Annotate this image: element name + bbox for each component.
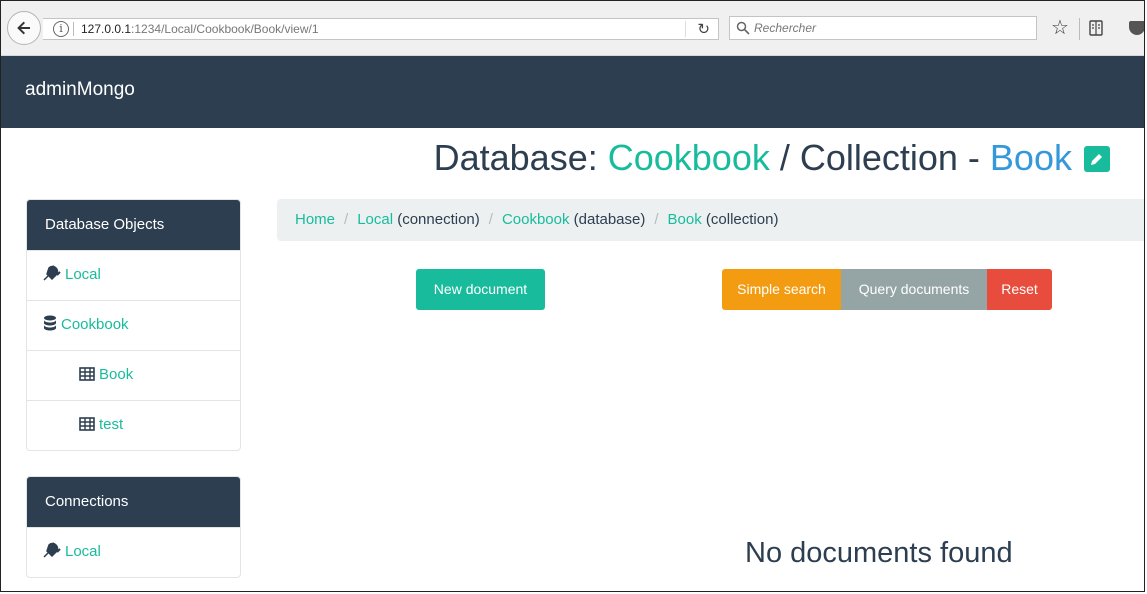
url-path: :1234/Local/Cookbook/Book/view/1 xyxy=(131,22,319,36)
search-icon xyxy=(736,21,750,35)
url-host: 127.0.0.1 xyxy=(81,22,132,36)
breadcrumb-separator: / xyxy=(654,211,659,228)
title-db-prefix: Database: xyxy=(433,137,608,178)
database-icon xyxy=(44,315,56,331)
query-documents-button[interactable]: Query documents xyxy=(841,269,987,310)
breadcrumb-local-suffix: (connection) xyxy=(393,211,480,228)
app-frame: i 127.0.0.1:1234/Local/Cookbook/Book/vie… xyxy=(0,0,1145,592)
reload-separator xyxy=(685,21,686,37)
connections-panel: Connections Local xyxy=(26,476,241,578)
page-title: Database: Cookbook / Collection - Book xyxy=(434,137,1110,179)
breadcrumb-local[interactable]: Local xyxy=(357,211,393,228)
pocket-icon[interactable] xyxy=(1129,21,1144,35)
plug-icon xyxy=(43,265,61,281)
edit-icon[interactable] xyxy=(1084,146,1110,172)
breadcrumb-home[interactable]: Home xyxy=(295,211,335,228)
plug-icon xyxy=(43,542,61,558)
sidebar-item-local[interactable]: Local xyxy=(27,250,240,300)
sidebar-item-label: test xyxy=(99,416,124,433)
sidebar-item-label: Cookbook xyxy=(61,316,129,333)
url-text: 127.0.0.1:1234/Local/Cookbook/Book/view/… xyxy=(81,22,319,36)
reload-icon[interactable]: ↻ xyxy=(697,20,710,38)
star-icon[interactable]: ☆ xyxy=(1051,15,1069,40)
table-icon xyxy=(79,367,95,381)
title-db-name: Cookbook xyxy=(607,137,770,178)
reader-icon[interactable] xyxy=(1089,20,1103,36)
sidebar-item-label: Book xyxy=(99,366,134,383)
back-button[interactable] xyxy=(7,11,41,45)
connection-item-label: Local xyxy=(65,543,101,560)
title-coll-name: Book xyxy=(989,137,1072,178)
browser-toolbar: i 127.0.0.1:1234/Local/Cookbook/Book/vie… xyxy=(1,1,1144,56)
top-navbar: adminMongo xyxy=(1,56,1144,128)
simple-search-button[interactable]: Simple search xyxy=(722,269,841,310)
search-placeholder: Rechercher xyxy=(754,21,817,35)
database-objects-heading: Database Objects xyxy=(27,200,240,250)
address-bar[interactable]: i 127.0.0.1:1234/Local/Cookbook/Book/vie… xyxy=(43,18,719,40)
sidebar-item-book[interactable]: Book xyxy=(27,350,240,400)
breadcrumb: Home / Local (connection) / Cookbook (databa… xyxy=(277,199,1144,241)
sidebar-item-label: Local xyxy=(65,266,101,283)
toolbar-separator xyxy=(1079,18,1080,40)
breadcrumb-book[interactable]: Book xyxy=(668,211,702,228)
sidebar-item-test[interactable]: test xyxy=(27,400,240,450)
breadcrumb-cookbook-suffix: (database) xyxy=(569,211,646,228)
brand-logo[interactable]: adminMongo xyxy=(25,79,135,101)
url-separator xyxy=(73,22,74,36)
browser-search-input[interactable]: Rechercher xyxy=(729,16,1037,40)
back-arrow-icon xyxy=(17,21,30,35)
info-icon[interactable]: i xyxy=(53,21,69,37)
breadcrumb-separator: / xyxy=(488,211,493,228)
database-objects-panel: Database Objects Local Cookbook Book tes… xyxy=(26,199,241,451)
breadcrumb-separator: / xyxy=(344,211,349,228)
breadcrumb-book-suffix: (collection) xyxy=(701,211,779,228)
new-document-button[interactable]: New document xyxy=(416,269,545,310)
sidebar-item-cookbook[interactable]: Cookbook xyxy=(27,300,240,350)
reset-button[interactable]: Reset xyxy=(987,269,1052,310)
connections-heading: Connections xyxy=(27,477,240,527)
title-coll-prefix: / Collection - xyxy=(769,137,990,178)
breadcrumb-cookbook[interactable]: Cookbook xyxy=(502,211,570,228)
connection-item-local[interactable]: Local xyxy=(27,527,240,577)
empty-state-message: No documents found xyxy=(745,537,1013,569)
table-icon xyxy=(79,417,95,431)
